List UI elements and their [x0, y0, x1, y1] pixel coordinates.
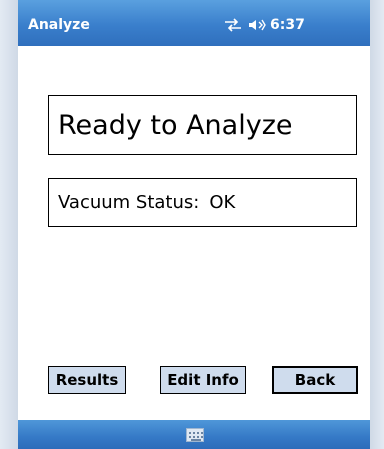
vacuum-status-box: Vacuum Status: OK — [48, 178, 357, 227]
results-button[interactable]: Results — [48, 366, 126, 394]
edit-info-button[interactable]: Edit Info — [160, 366, 246, 394]
title-bar: Analyze 6:37 — [18, 0, 370, 46]
volume-icon[interactable] — [248, 18, 266, 32]
keyboard-icon[interactable] — [186, 428, 204, 442]
status-text: Ready to Analyze — [58, 109, 293, 141]
back-button[interactable]: Back — [272, 366, 358, 394]
clock[interactable]: 6:37 — [270, 17, 305, 33]
right-frame — [370, 0, 384, 449]
left-frame — [0, 0, 18, 449]
bottom-menu-bar — [18, 420, 370, 449]
status-area: 6:37 — [224, 17, 305, 33]
main-content: Ready to Analyze Vacuum Status: OK Resul… — [18, 46, 370, 420]
vacuum-status-value: OK — [209, 192, 236, 213]
window-title: Analyze — [28, 17, 90, 33]
status-box: Ready to Analyze — [48, 95, 357, 155]
connectivity-icon[interactable] — [224, 18, 242, 32]
vacuum-status-label: Vacuum Status: — [58, 192, 200, 213]
